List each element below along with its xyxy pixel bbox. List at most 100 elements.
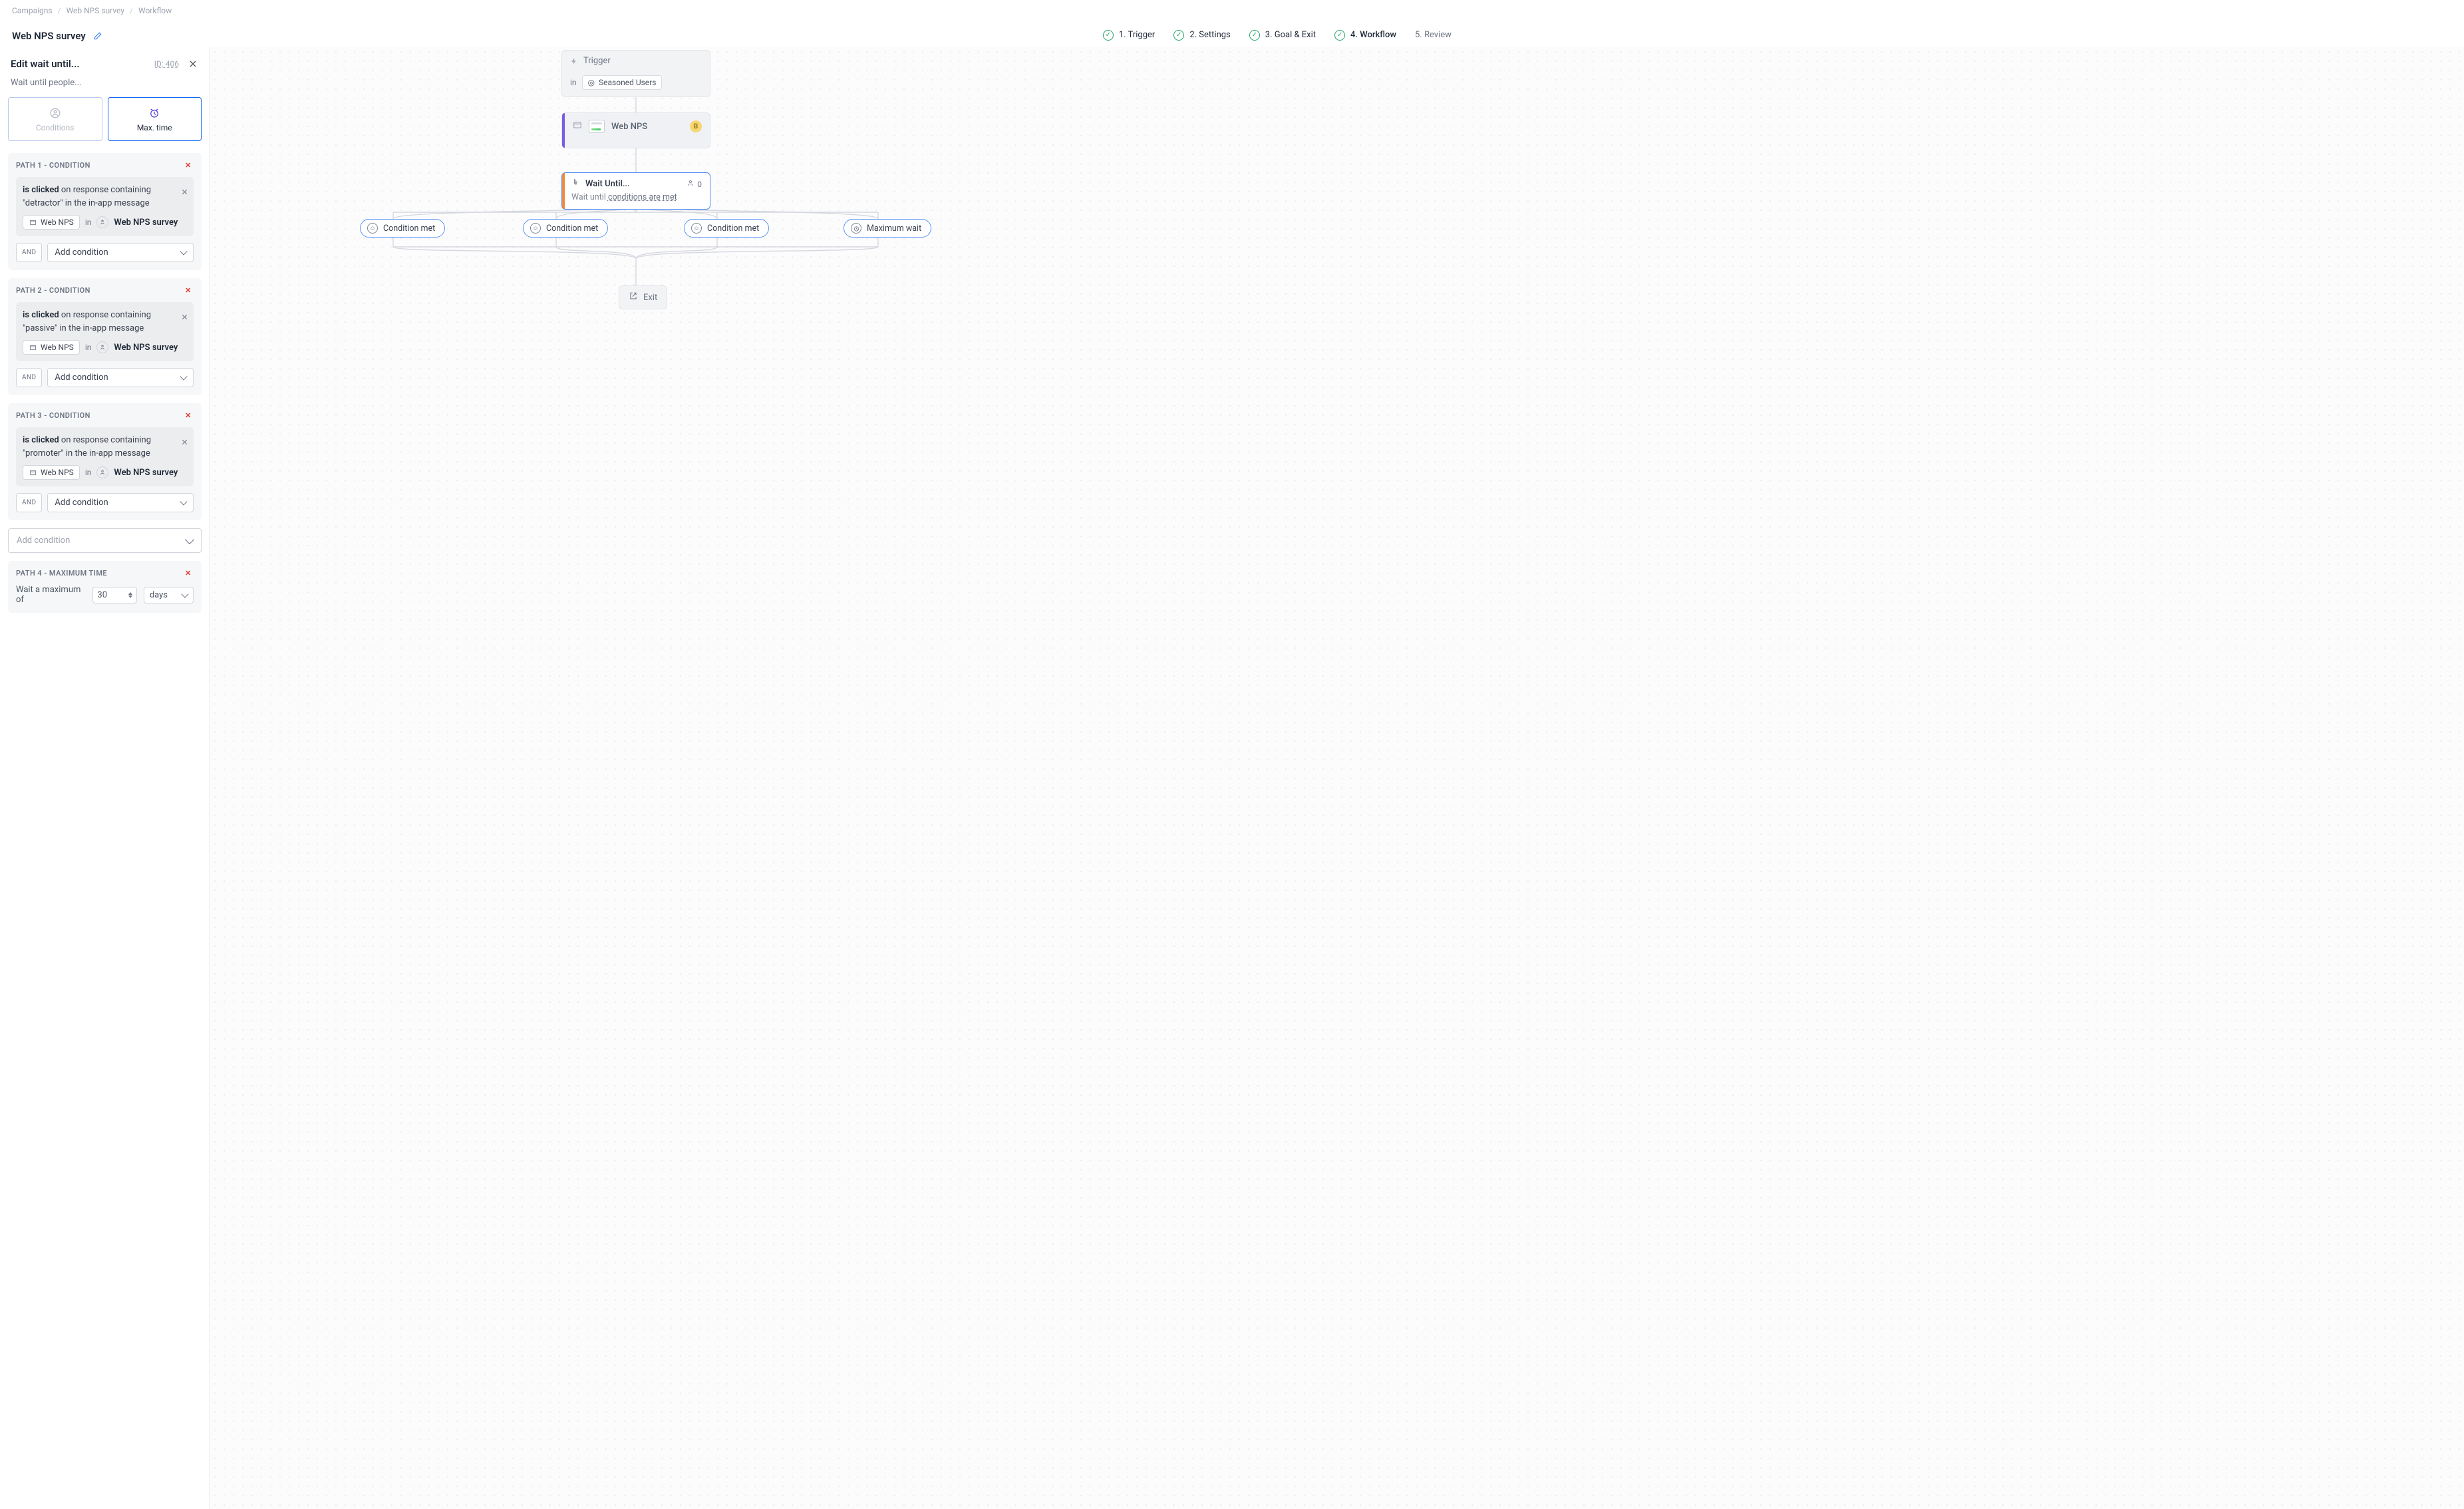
- person-icon: ☺: [691, 223, 702, 234]
- max-wait-label: Wait a maximum of: [16, 585, 86, 605]
- add-condition-label: Add condition: [17, 536, 70, 546]
- check-icon: ✓: [1249, 30, 1260, 41]
- step-workflow[interactable]: ✓ 4. Workflow: [1334, 21, 1396, 50]
- tab-max-time[interactable]: Max. time: [108, 97, 202, 141]
- remove-condition-icon[interactable]: [179, 311, 190, 322]
- breadcrumb-sep: /: [130, 6, 133, 15]
- node-id-link[interactable]: ID: 406: [154, 59, 179, 69]
- page-title: Web NPS survey: [12, 30, 86, 42]
- message-pill[interactable]: Web NPS: [23, 340, 80, 355]
- add-condition-select[interactable]: Add condition: [47, 493, 194, 512]
- trigger-title: Trigger: [583, 56, 611, 66]
- close-icon[interactable]: [187, 58, 199, 70]
- survey-name[interactable]: Web NPS survey: [114, 218, 178, 228]
- chevron-down-icon: [180, 498, 187, 505]
- ab-badge-icon: B: [690, 120, 702, 132]
- step-label: 4. Workflow: [1350, 30, 1396, 40]
- node-wait-until[interactable]: Wait Until... 0 Wait until conditions ar…: [561, 172, 710, 210]
- remove-path-icon[interactable]: ✕: [183, 568, 194, 578]
- condition-box[interactable]: is clicked on response containing "detra…: [16, 177, 194, 236]
- path-max-card: Path 4 - Maximum Time ✕ Wait a maximum o…: [8, 561, 202, 613]
- condition-box[interactable]: is clicked on response containing "promo…: [16, 427, 194, 486]
- remove-path-icon[interactable]: ✕: [183, 160, 194, 170]
- node-accent: [562, 113, 565, 148]
- chevron-down-icon: [180, 373, 187, 380]
- stepper-down-icon[interactable]: [128, 595, 132, 598]
- breadcrumb-root[interactable]: Campaigns: [12, 6, 53, 15]
- exit-icon: [629, 291, 638, 303]
- pointer-icon: [571, 178, 580, 190]
- step-review[interactable]: 5. Review: [1415, 21, 1452, 50]
- segment-icon: ◎: [588, 78, 595, 87]
- condition-text: is clicked on response containing "detra…: [23, 184, 187, 210]
- chevron-down-icon: [181, 590, 188, 597]
- branch-chip-3[interactable]: ☺ Condition met: [684, 219, 769, 238]
- breadcrumb-mid[interactable]: Web NPS survey: [67, 6, 124, 15]
- condition-box[interactable]: is clicked on response containing "passi…: [16, 302, 194, 361]
- window-icon: [29, 343, 37, 351]
- remove-path-icon[interactable]: ✕: [183, 285, 194, 295]
- campaign-icon: [96, 216, 108, 228]
- node-message[interactable]: Web NPS B: [561, 112, 710, 148]
- breadcrumb-sep: /: [58, 6, 61, 15]
- node-exit[interactable]: Exit: [619, 285, 667, 309]
- and-chip: AND: [16, 243, 42, 262]
- step-goal-exit[interactable]: ✓ 3. Goal & Exit: [1249, 21, 1316, 50]
- workflow-canvas[interactable]: Trigger in ◎ Seasoned Users: [210, 47, 2464, 1509]
- remove-path-icon[interactable]: ✕: [183, 410, 194, 420]
- add-condition-label: Add condition: [55, 248, 108, 257]
- path-card: PATH 1 - CONDITION ✕ is clicked on respo…: [8, 153, 202, 270]
- chip-label: Condition met: [383, 224, 435, 234]
- branch-chip-1[interactable]: ☺ Condition met: [360, 219, 445, 238]
- survey-name[interactable]: Web NPS survey: [114, 343, 178, 353]
- chevron-down-icon: [185, 534, 194, 544]
- in-label: in: [85, 218, 92, 227]
- sidebar-subtitle: Wait until people...: [0, 77, 210, 97]
- step-label: 2. Settings: [1189, 30, 1230, 40]
- stepper-up-icon[interactable]: [128, 592, 132, 595]
- max-wait-value: 30: [97, 590, 107, 600]
- path-heading: PATH 2 - CONDITION: [16, 286, 90, 295]
- message-pill[interactable]: Web NPS: [23, 215, 80, 230]
- branch-chip-max[interactable]: Maximum wait: [844, 219, 931, 238]
- add-condition-block[interactable]: Add condition: [8, 528, 202, 553]
- alarm-icon: [851, 223, 861, 234]
- path-heading: PATH 1 - CONDITION: [16, 161, 90, 170]
- step-settings[interactable]: ✓ 2. Settings: [1173, 21, 1230, 50]
- campaign-icon: [96, 341, 108, 353]
- add-condition-select[interactable]: Add condition: [47, 243, 194, 262]
- breadcrumb: Campaigns / Web NPS survey / Workflow: [0, 0, 2464, 21]
- message-pill[interactable]: Web NPS: [23, 465, 80, 480]
- chip-label: Condition met: [546, 224, 598, 234]
- remove-condition-icon[interactable]: [179, 186, 190, 197]
- pencil-icon[interactable]: [92, 31, 103, 41]
- person-icon: [49, 107, 61, 119]
- wait-sub-link[interactable]: conditions are met: [608, 192, 677, 202]
- node-trigger[interactable]: Trigger in ◎ Seasoned Users: [561, 50, 710, 97]
- person-icon: ☺: [367, 223, 378, 234]
- and-chip: AND: [16, 493, 42, 512]
- path-card: PATH 2 - CONDITION ✕ is clicked on respo…: [8, 278, 202, 395]
- page-header: Web NPS survey ✓ 1. Trigger ✓ 2. Setting…: [0, 21, 2464, 51]
- chip-label: Condition met: [707, 224, 759, 234]
- check-icon: ✓: [1334, 30, 1345, 41]
- remove-condition-icon[interactable]: [179, 436, 190, 447]
- condition-text: is clicked on response containing "passi…: [23, 309, 187, 335]
- unit-label: days: [150, 590, 168, 600]
- campaign-icon: [96, 466, 108, 478]
- chevron-down-icon: [180, 248, 187, 255]
- segment-tag[interactable]: ◎ Seasoned Users: [582, 75, 663, 90]
- tab-label: Conditions: [36, 123, 74, 132]
- branch-chip-2[interactable]: ☺ Condition met: [523, 219, 608, 238]
- survey-name[interactable]: Web NPS survey: [114, 468, 178, 478]
- max-wait-input[interactable]: 30: [92, 587, 136, 603]
- message-thumbnail: [589, 120, 605, 133]
- breadcrumb-leaf: Workflow: [138, 6, 172, 15]
- alarm-icon: [148, 107, 160, 119]
- add-condition-label: Add condition: [55, 373, 108, 383]
- add-condition-select[interactable]: Add condition: [47, 368, 194, 387]
- in-label: in: [570, 78, 577, 87]
- max-wait-unit-select[interactable]: days: [144, 587, 194, 603]
- step-trigger[interactable]: ✓ 1. Trigger: [1103, 21, 1155, 50]
- tab-conditions[interactable]: Conditions: [8, 97, 102, 141]
